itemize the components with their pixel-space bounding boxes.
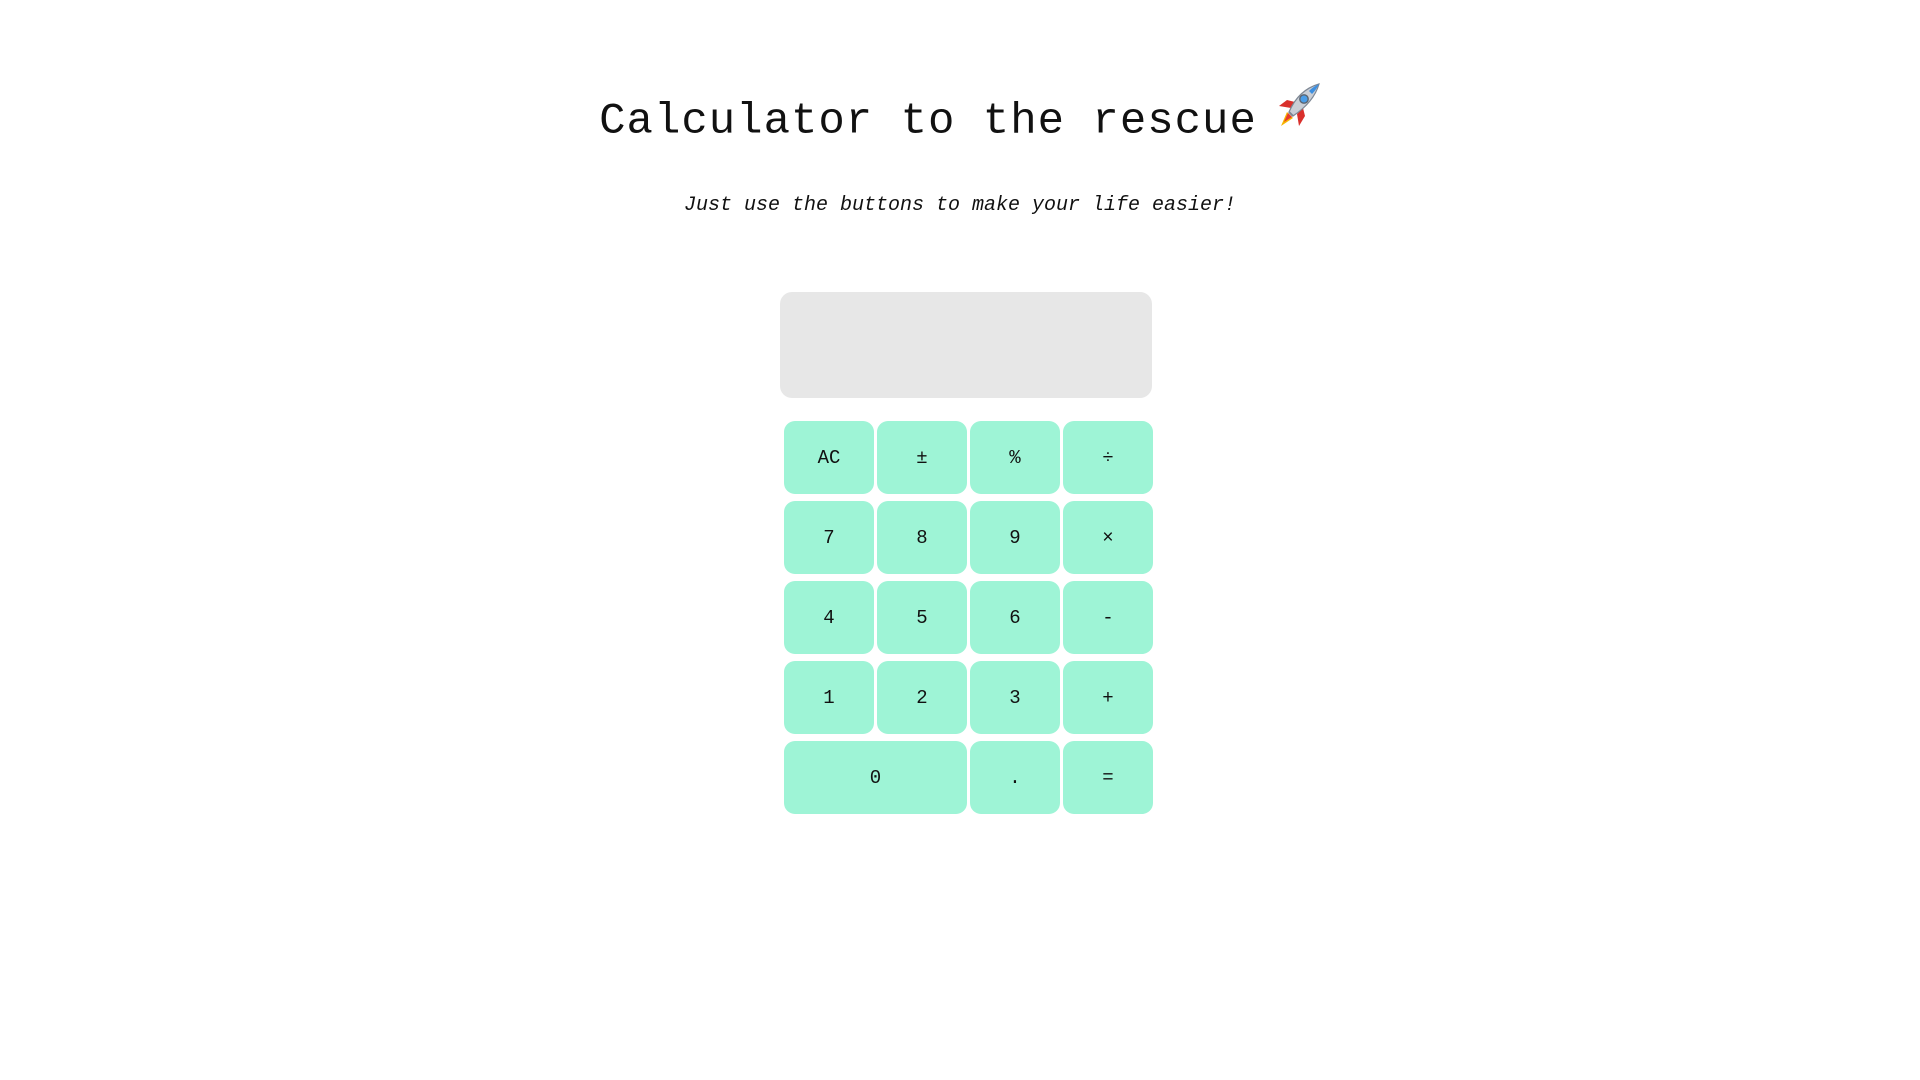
page-subtitle: Just use the buttons to make your life e… [683,194,1237,217]
two-button[interactable]: 2 [877,661,967,734]
calculator-keypad: AC ± % ÷ 7 8 9 × 4 5 6 - 1 2 3 + 0 . = [784,421,1153,814]
page-title: Calculator to the rescue [0,83,1920,154]
decimal-button[interactable]: . [970,741,1060,814]
three-button[interactable]: 3 [970,661,1060,734]
six-button[interactable]: 6 [970,581,1060,654]
rocket-icon [1275,82,1321,148]
page-title-text: Calculator to the rescue [599,96,1257,147]
plus-minus-button[interactable]: ± [877,421,967,494]
zero-button[interactable]: 0 [784,741,967,814]
subtract-button[interactable]: - [1063,581,1153,654]
add-button[interactable]: + [1063,661,1153,734]
seven-button[interactable]: 7 [784,501,874,574]
percent-button[interactable]: % [970,421,1060,494]
calculator-page: Calculator to the rescue Just use the bu… [0,0,1920,1080]
eight-button[interactable]: 8 [877,501,967,574]
clear-button[interactable]: AC [784,421,874,494]
divide-button[interactable]: ÷ [1063,421,1153,494]
calculator-display [780,292,1152,398]
four-button[interactable]: 4 [784,581,874,654]
nine-button[interactable]: 9 [970,501,1060,574]
equals-button[interactable]: = [1063,741,1153,814]
multiply-button[interactable]: × [1063,501,1153,574]
one-button[interactable]: 1 [784,661,874,734]
five-button[interactable]: 5 [877,581,967,654]
